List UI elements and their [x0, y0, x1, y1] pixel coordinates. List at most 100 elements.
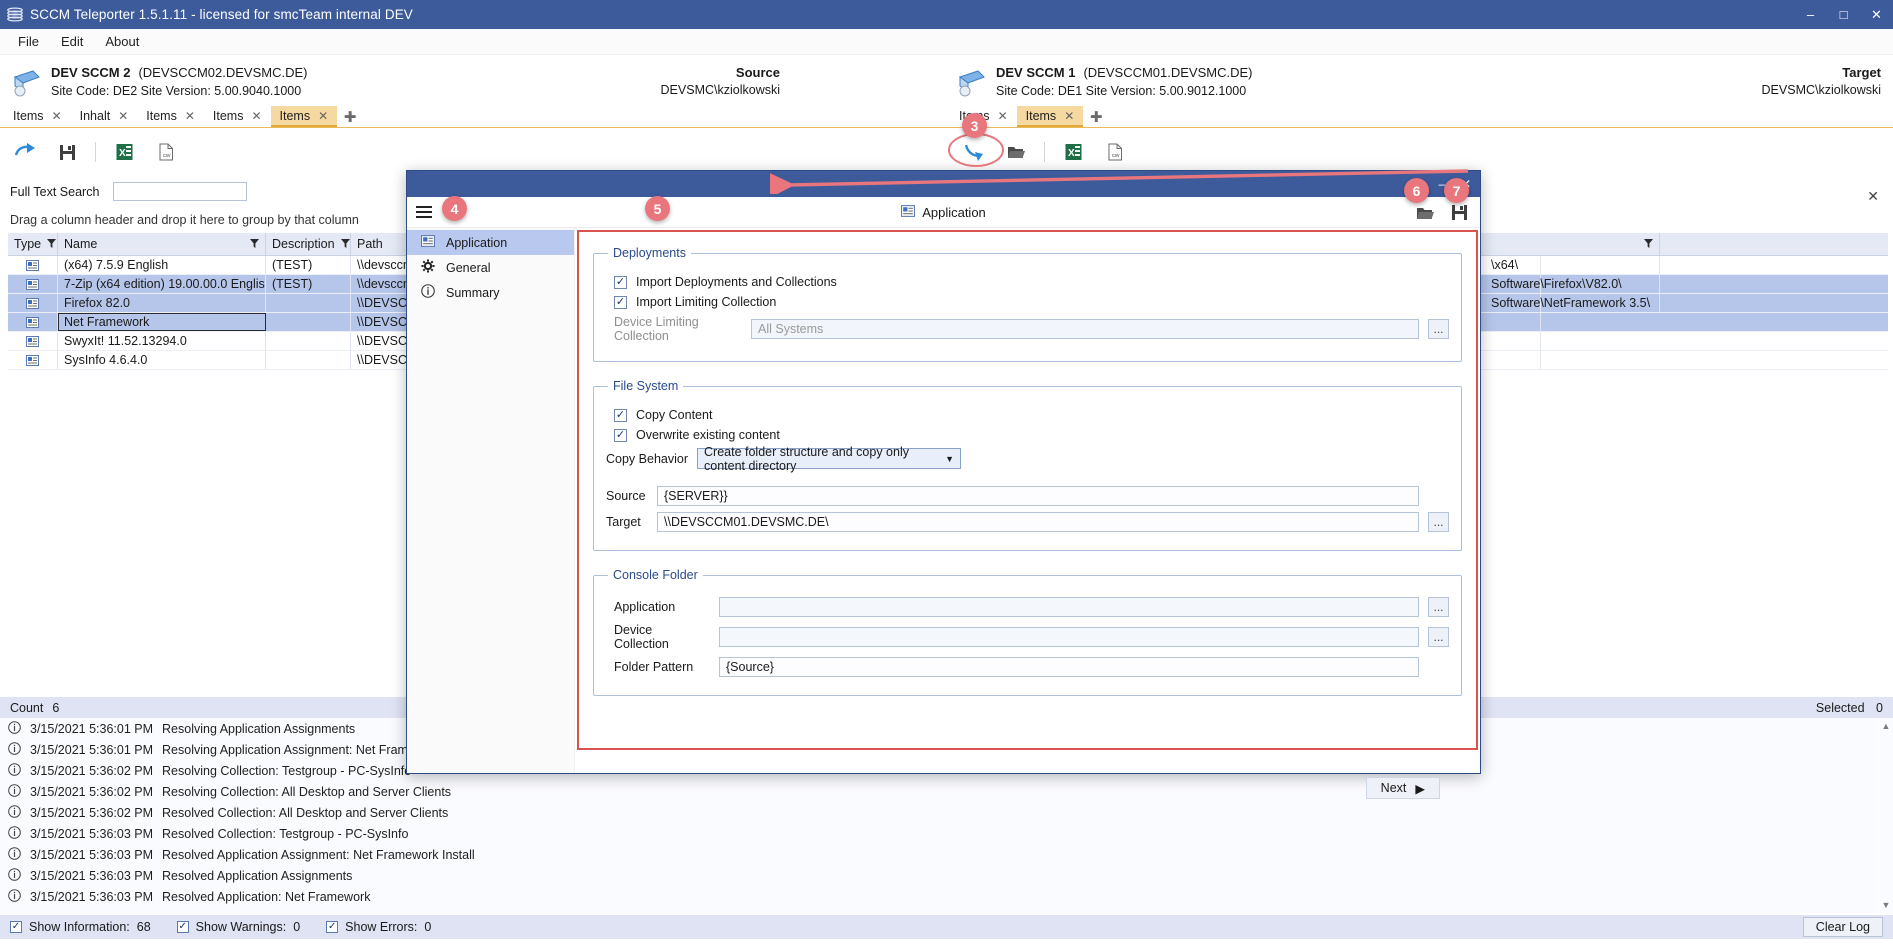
nav-item-general[interactable]: General	[407, 255, 574, 280]
log-timestamp: 3/15/2021 5:36:01 PM	[30, 721, 154, 736]
annotation-badge-3: 3	[962, 113, 987, 138]
column-header-name[interactable]: Name	[58, 233, 266, 255]
show-warnings-checkbox[interactable]	[176, 921, 189, 933]
row-extra	[1541, 351, 1841, 369]
nav-item-application[interactable]: Application	[407, 230, 574, 255]
show-information-filter[interactable]: Show Information: 68	[10, 920, 151, 934]
filter-icon[interactable]	[47, 237, 57, 251]
row-extra	[1541, 332, 1841, 350]
left-tab-1[interactable]: Inhalt ✕	[71, 106, 138, 127]
log-timestamp: 3/15/2021 5:36:02 PM	[30, 784, 154, 799]
svg-text:csv: csv	[1112, 153, 1120, 159]
list-item[interactable]: 3/15/2021 5:36:02 PM Resolved Collection…	[0, 802, 1878, 823]
log-message: Resolving Collection: Testgroup - PC-Sys…	[162, 763, 412, 778]
column-header-description[interactable]: Description	[266, 233, 351, 255]
right-tab-0-close-icon[interactable]: ✕	[998, 109, 1008, 123]
list-item[interactable]: 3/15/2021 5:36:03 PM Resolved Applicatio…	[0, 886, 1878, 907]
left-tab-0-close-icon[interactable]: ✕	[52, 109, 62, 123]
row-type-icon	[8, 313, 58, 331]
dialog-nav: Application General Summary	[407, 228, 575, 773]
filter-icon[interactable]	[340, 237, 350, 251]
left-tab-0[interactable]: Items ✕	[4, 106, 71, 127]
chevron-right-icon: ▶	[1415, 781, 1425, 796]
left-tab-2[interactable]: Items ✕	[137, 106, 204, 127]
next-button[interactable]: Next ▶	[1365, 777, 1440, 799]
table-row[interactable]: Software\Firefox\V82.0\	[1485, 275, 1885, 294]
row-name: Net Framework	[58, 313, 266, 331]
log-scrollbar[interactable]: ▲ ▼	[1879, 718, 1893, 913]
scroll-up-icon[interactable]: ▲	[1882, 721, 1891, 731]
dialog-footer: Next ▶	[407, 773, 1480, 799]
transfer-icon[interactable]	[6, 137, 44, 167]
excel-export-icon[interactable]: X	[1054, 137, 1092, 167]
table-row[interactable]: \x64\	[1485, 256, 1885, 275]
save-template-icon[interactable]	[1446, 200, 1472, 226]
left-tab-3-label: Items	[212, 108, 244, 123]
csv-export-icon[interactable]: csv	[147, 137, 185, 167]
minimize-button[interactable]: –	[1794, 0, 1827, 29]
full-text-search-row: Full Text Search	[10, 182, 248, 201]
left-tab-3[interactable]: Items ✕	[204, 106, 271, 127]
source-role-user: DEVSMC\kziolkowski	[660, 83, 780, 98]
close-button[interactable]: ✕	[1860, 0, 1893, 29]
count-label: Count	[10, 700, 44, 715]
list-item[interactable]: 3/15/2021 5:36:03 PM Resolved Collection…	[0, 823, 1878, 844]
source-role-label-block: Source DEVSMC\kziolkowski	[600, 64, 780, 100]
right-column-header-path[interactable]	[1485, 233, 1660, 255]
left-tab-2-close-icon[interactable]: ✕	[185, 109, 195, 123]
info-icon	[8, 762, 21, 779]
filter-icon[interactable]	[250, 237, 259, 251]
log-message: Resolved Collection: Testgroup - PC-SysI…	[162, 826, 409, 841]
show-information-checkbox[interactable]	[10, 921, 22, 933]
info-icon	[8, 846, 21, 863]
right-tab-1-close-icon[interactable]: ✕	[1064, 109, 1074, 123]
open-template-icon[interactable]	[1412, 200, 1438, 226]
list-item[interactable]: 3/15/2021 5:36:03 PM Resolved Applicatio…	[0, 844, 1878, 865]
annotation-badge-5: 5	[645, 196, 670, 221]
show-errors-checkbox[interactable]	[326, 921, 339, 933]
annotation-badge-4: 4	[442, 196, 467, 221]
table-row[interactable]: Software\NetFramework 3.5\	[1485, 294, 1885, 313]
right-tab-add-button[interactable]: ✚	[1083, 106, 1109, 127]
annotation-circle-3	[948, 133, 1004, 167]
list-item[interactable]: 3/15/2021 5:36:03 PM Resolved Applicatio…	[0, 865, 1878, 886]
menu-edit[interactable]: Edit	[51, 31, 93, 52]
right-column-header-extra[interactable]	[1660, 233, 1885, 255]
sccm-server-icon	[10, 65, 42, 99]
row-name: SwyxIt! 11.52.13294.0	[58, 332, 266, 350]
show-warnings-filter[interactable]: Show Warnings: 0	[176, 920, 301, 934]
menu-file[interactable]: File	[8, 31, 49, 52]
left-tab-4-close-icon[interactable]: ✕	[318, 109, 328, 123]
left-tab-add-button[interactable]: ✚	[337, 106, 363, 127]
csv-export-icon[interactable]: csv	[1096, 137, 1134, 167]
group-by-hint[interactable]: Drag a column header and drop it here to…	[10, 213, 359, 227]
target-server-fqdn: (DEVSCCM01.DEVSMC.DE)	[1083, 65, 1253, 80]
row-description	[266, 332, 351, 350]
target-server-name: DEV SCCM 1	[996, 65, 1076, 80]
show-warnings-value: 0	[293, 920, 301, 934]
window-controls: – □ ✕	[1794, 0, 1893, 29]
left-tab-3-close-icon[interactable]: ✕	[251, 109, 261, 123]
menu-about[interactable]: About	[95, 31, 149, 52]
left-tab-0-label: Items	[13, 108, 44, 123]
source-server-details: Site Code: DE2 Site Version: 5.00.9040.1…	[51, 83, 302, 98]
right-panel-close-icon[interactable]: ✕	[1867, 188, 1879, 205]
filter-icon[interactable]	[1644, 237, 1653, 251]
right-tab-1[interactable]: Items ✕	[1016, 106, 1084, 127]
row-path: Software\NetFramework 3.5\	[1485, 294, 1660, 312]
nav-item-summary[interactable]: Summary	[407, 280, 574, 305]
clear-log-button[interactable]: Clear Log	[1802, 917, 1883, 937]
save-icon[interactable]	[48, 137, 86, 167]
left-tab-4[interactable]: Items ✕	[270, 106, 338, 127]
search-input[interactable]	[113, 182, 248, 201]
show-errors-filter[interactable]: Show Errors: 0	[326, 920, 431, 934]
left-tab-1-close-icon[interactable]: ✕	[118, 109, 128, 123]
column-header-type[interactable]: Type	[8, 233, 58, 255]
show-information-value: 68	[136, 920, 151, 934]
excel-export-icon[interactable]: X	[105, 137, 143, 167]
row-description: (TEST)	[266, 275, 351, 293]
maximize-button[interactable]: □	[1827, 0, 1860, 29]
scroll-down-icon[interactable]: ▼	[1882, 900, 1891, 910]
toolbar-separator	[1044, 142, 1045, 162]
application-icon	[901, 204, 916, 220]
